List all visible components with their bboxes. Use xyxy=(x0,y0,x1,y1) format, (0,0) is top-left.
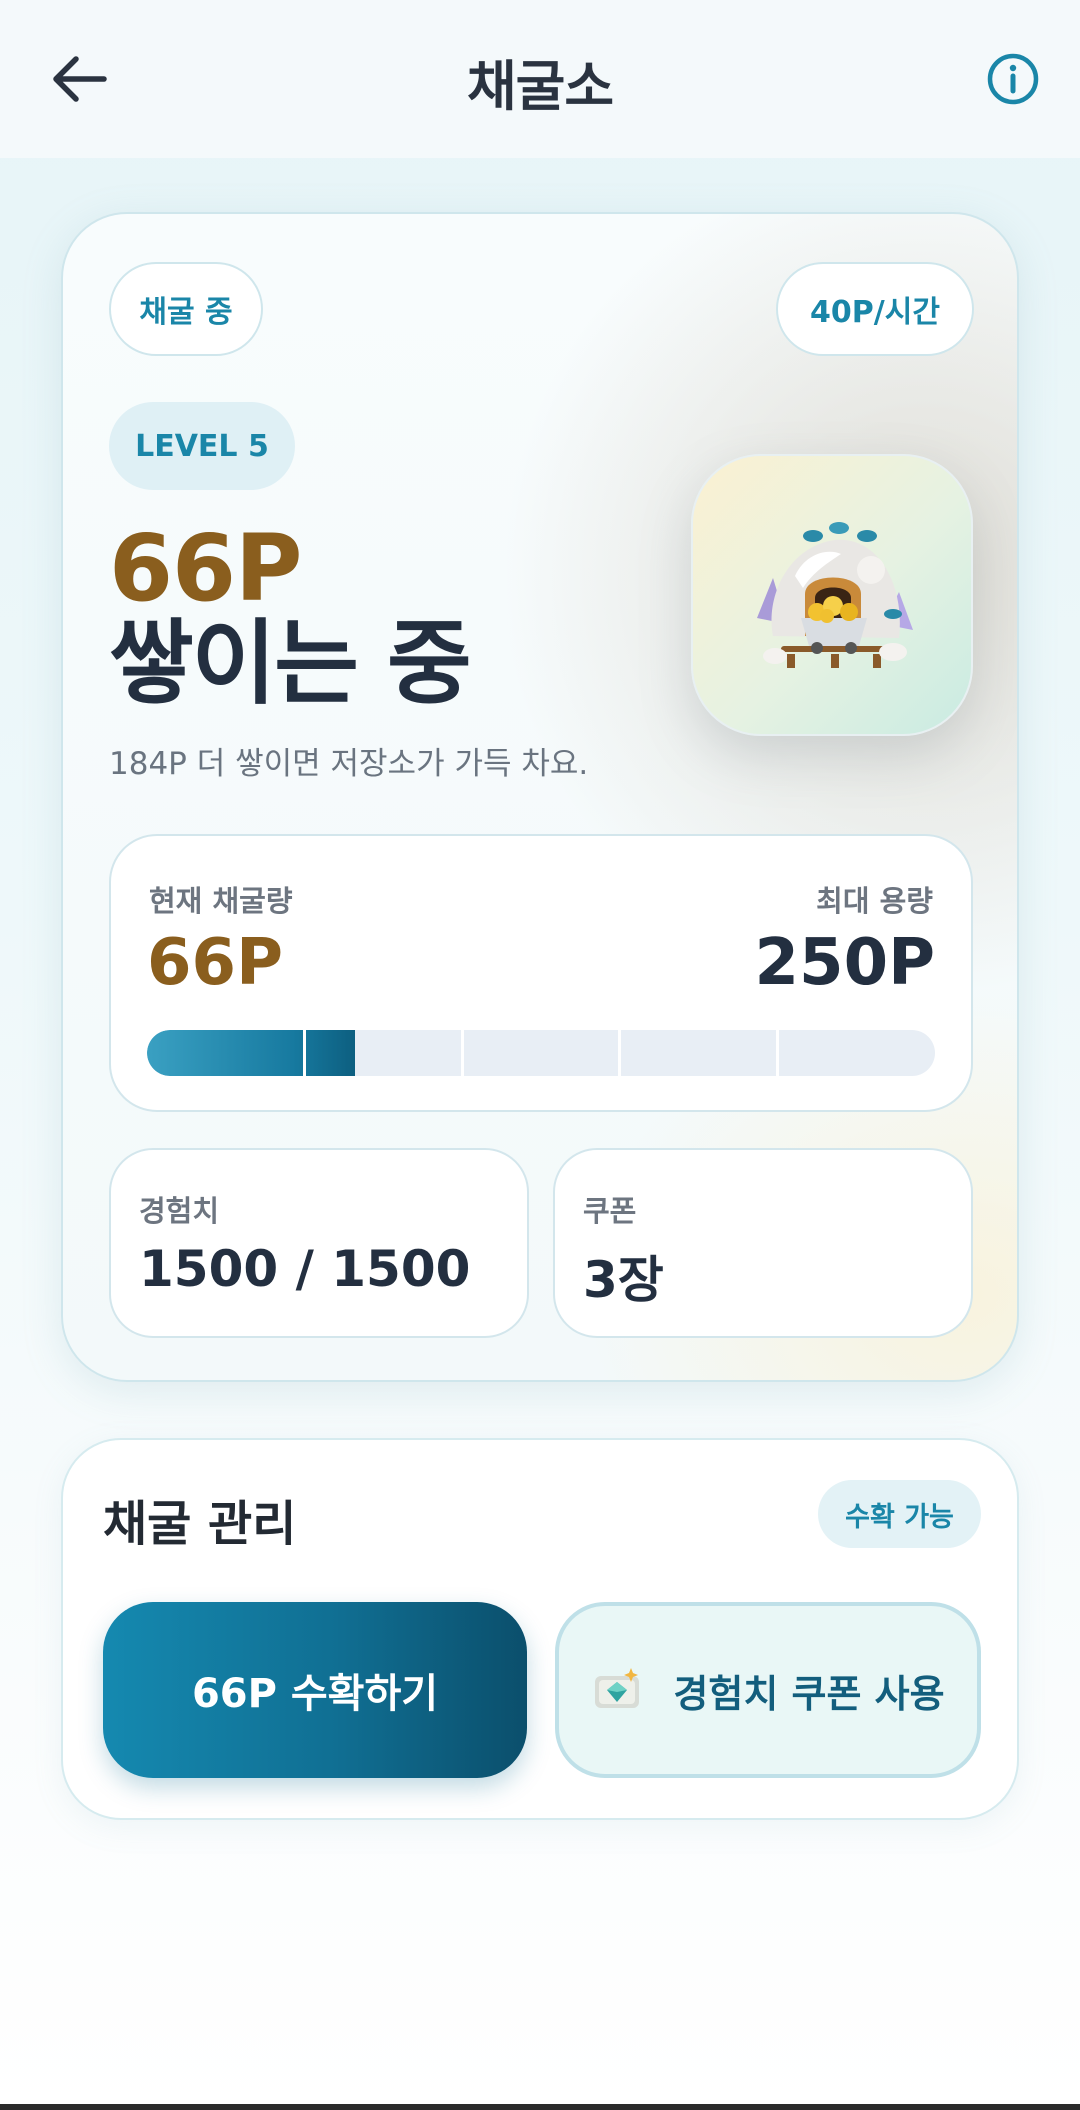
bottom-edge-bar xyxy=(0,2104,1080,2110)
mine-cart-gold-icon xyxy=(757,522,913,668)
progress-segment-divider xyxy=(618,1030,621,1076)
use-exp-coupon-button[interactable]: 경험치 쿠폰 사용 xyxy=(555,1602,981,1778)
harvest-available-badge: 수확 가능 xyxy=(818,1480,981,1548)
progress-segment-divider xyxy=(461,1030,464,1076)
exp-gem-coupon-icon xyxy=(595,1668,640,1708)
coupon-count: 3장 xyxy=(583,1251,664,1309)
capacity-panel: 현재 채굴량 최대 용량 66P 250P xyxy=(109,834,973,1112)
management-title: 채굴 관리 xyxy=(103,1496,297,1552)
harvest-button-label: 66P 수확하기 xyxy=(191,1671,439,1717)
info-button[interactable] xyxy=(986,52,1040,106)
app-header: 채굴소 xyxy=(0,0,1080,158)
accumulated-points: 66P xyxy=(109,515,302,622)
level-badge: LEVEL 5 xyxy=(109,402,295,490)
experience-stat: 경험치 1500 / 1500 xyxy=(109,1148,529,1338)
capacity-progress-fill xyxy=(147,1030,355,1076)
current-amount-value: 66P xyxy=(147,926,283,1000)
capacity-progress-bar xyxy=(147,1030,935,1076)
use-exp-coupon-label: 경험치 쿠폰 사용 xyxy=(673,1671,945,1716)
max-capacity-value: 250P xyxy=(754,926,936,1000)
experience-value: 1500 / 1500 xyxy=(139,1240,471,1298)
info-icon xyxy=(987,53,1039,105)
mining-rate-badge: 40P/시간 xyxy=(776,262,974,356)
mining-management-card: 채굴 관리 수확 가능 66P 수확하기 경험치 쿠폰 사용 xyxy=(61,1438,1019,1820)
coupon-label: 쿠폰 xyxy=(583,1194,637,1228)
accumulating-text: 쌓이는 중 xyxy=(109,610,472,717)
page-title: 채굴소 xyxy=(466,55,614,118)
max-capacity-label: 최대 용량 xyxy=(816,884,933,918)
mining-status-card: 채굴 중 40P/시간 LEVEL 5 66P 쌓이는 중 184P 더 쌓이면… xyxy=(61,212,1019,1382)
mining-status-badge: 채굴 중 xyxy=(109,262,263,356)
mining-page: 채굴소 채굴 중 40P/시간 LEVEL 5 66P 쌓이는 중 184P 더… xyxy=(0,0,1080,2110)
progress-segment-divider xyxy=(776,1030,779,1076)
current-amount-label: 현재 채굴량 xyxy=(149,884,293,918)
coupon-stat: 쿠폰 3장 xyxy=(553,1148,973,1338)
progress-segment-divider xyxy=(303,1030,306,1076)
experience-label: 경험치 xyxy=(139,1194,220,1228)
storage-hint: 184P 더 쌓이면 저장소가 가득 차요. xyxy=(109,746,589,782)
harvest-button[interactable]: 66P 수확하기 xyxy=(103,1602,527,1778)
mine-illustration-tile xyxy=(691,454,973,736)
